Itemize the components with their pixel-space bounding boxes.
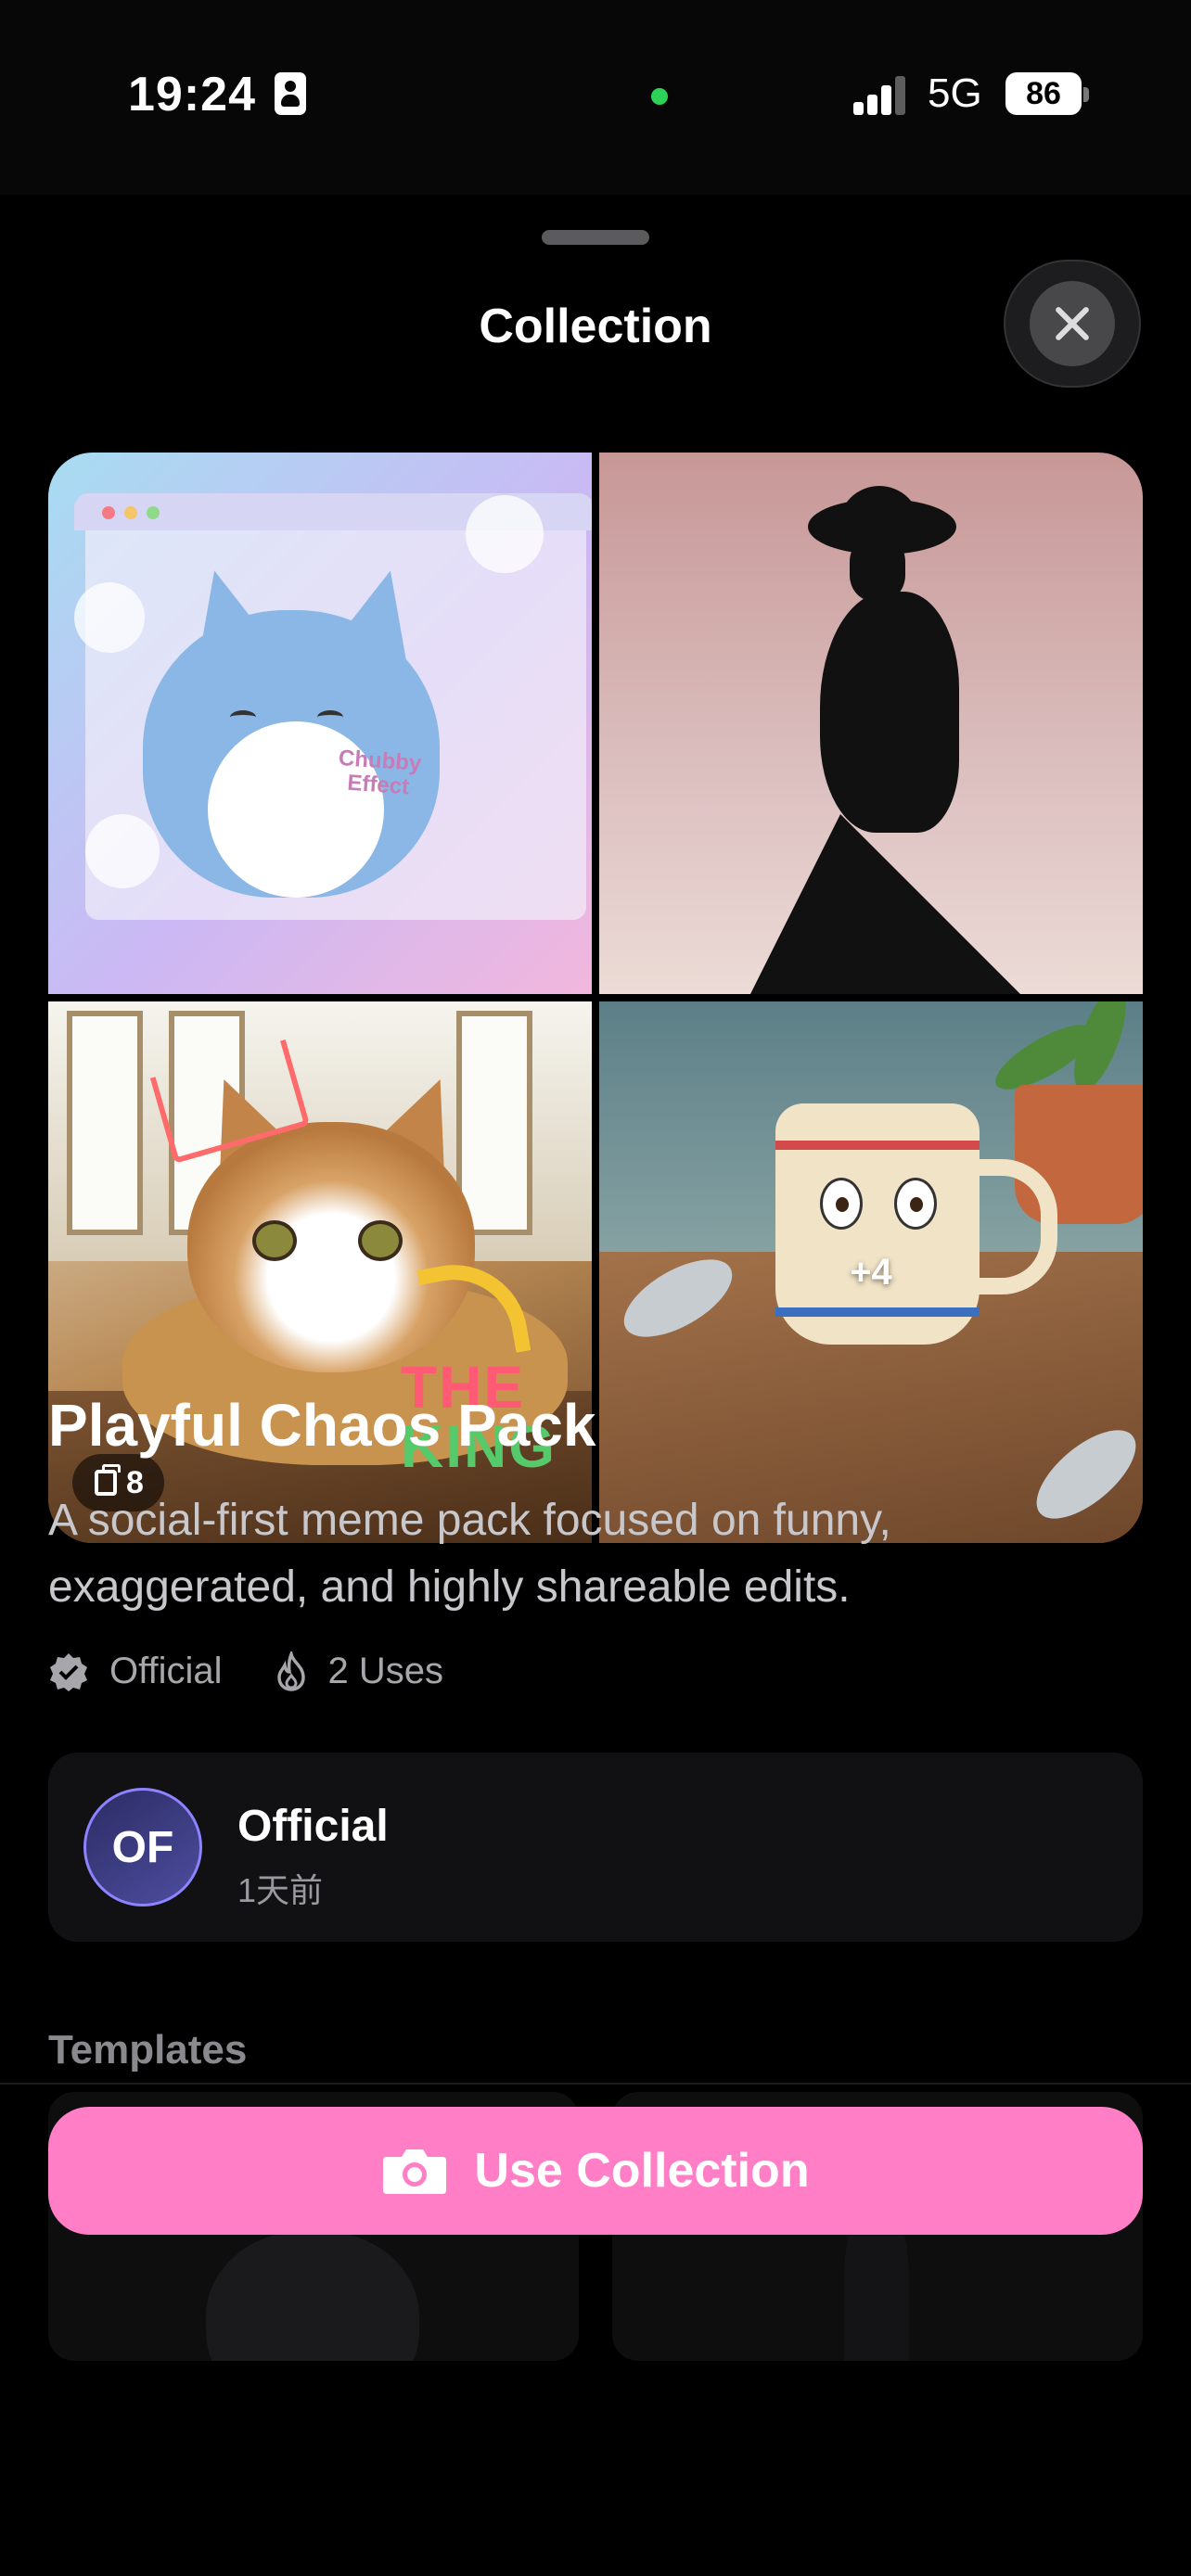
id-card-icon [275, 72, 306, 115]
collection-description: A social-first meme pack focused on funn… [48, 1496, 891, 1612]
cover-image-2[interactable] [599, 453, 1143, 994]
cover-image-1[interactable]: Chubby Effect [48, 453, 592, 994]
avatar[interactable]: OF [83, 1788, 202, 1906]
silhouette-gown [748, 814, 1026, 994]
templates-heading: Templates [48, 2027, 248, 2072]
image-sticker-icon [85, 814, 160, 888]
arrow-doodle [416, 1253, 531, 1368]
template-preview [206, 2231, 419, 2361]
cat-eye-right [358, 1220, 403, 1261]
collection-meta: Official 2 Uses [48, 1651, 443, 1692]
close-button[interactable] [1004, 260, 1141, 388]
plush-label: Chubby Effect [336, 746, 422, 800]
uses-count: 2 Uses [327, 1651, 444, 1691]
silhouette-hat-crown [839, 486, 920, 543]
official-label: Official [109, 1651, 223, 1691]
collection-title: Playful Chaos Pack [48, 1392, 596, 1459]
use-collection-button[interactable]: Use Collection [48, 2107, 1143, 2235]
verified-icon [48, 1651, 89, 1692]
sticker-icon [74, 582, 145, 653]
sheet-grabber[interactable] [542, 230, 649, 245]
cat-sticker-icon [466, 495, 544, 573]
author-timestamp: 1天前 [237, 1871, 324, 1909]
plush-eye-right [317, 710, 343, 724]
close-icon [1030, 281, 1115, 366]
author-name[interactable]: Official [237, 1801, 389, 1852]
cat-eye-left [252, 1220, 297, 1261]
use-collection-label: Use Collection [474, 2144, 810, 2198]
network-type: 5G [928, 70, 982, 116]
status-time: 19:24 [128, 68, 256, 121]
privacy-indicator [651, 88, 668, 105]
camera-icon [381, 2146, 448, 2196]
cover-image-4[interactable]: +4 [599, 1001, 1143, 1543]
cover-image-grid[interactable]: Chubby Effect THE KING 8 +4 [48, 453, 1143, 1543]
plush-eye-left [230, 710, 256, 724]
signal-icon [853, 74, 905, 115]
silhouette-body [820, 592, 959, 833]
divider [0, 2083, 1191, 2085]
author-card[interactable]: OF Official 1天前 [48, 1753, 1143, 1942]
flame-icon [273, 1651, 310, 1692]
battery-icon: 86 [1005, 72, 1082, 115]
more-images-count: +4 [850, 1251, 892, 1293]
battery-cap [1083, 87, 1089, 102]
cover-image-3[interactable]: THE KING 8 [48, 1001, 592, 1543]
status-bar: 19:24 5G 86 [0, 0, 1191, 195]
